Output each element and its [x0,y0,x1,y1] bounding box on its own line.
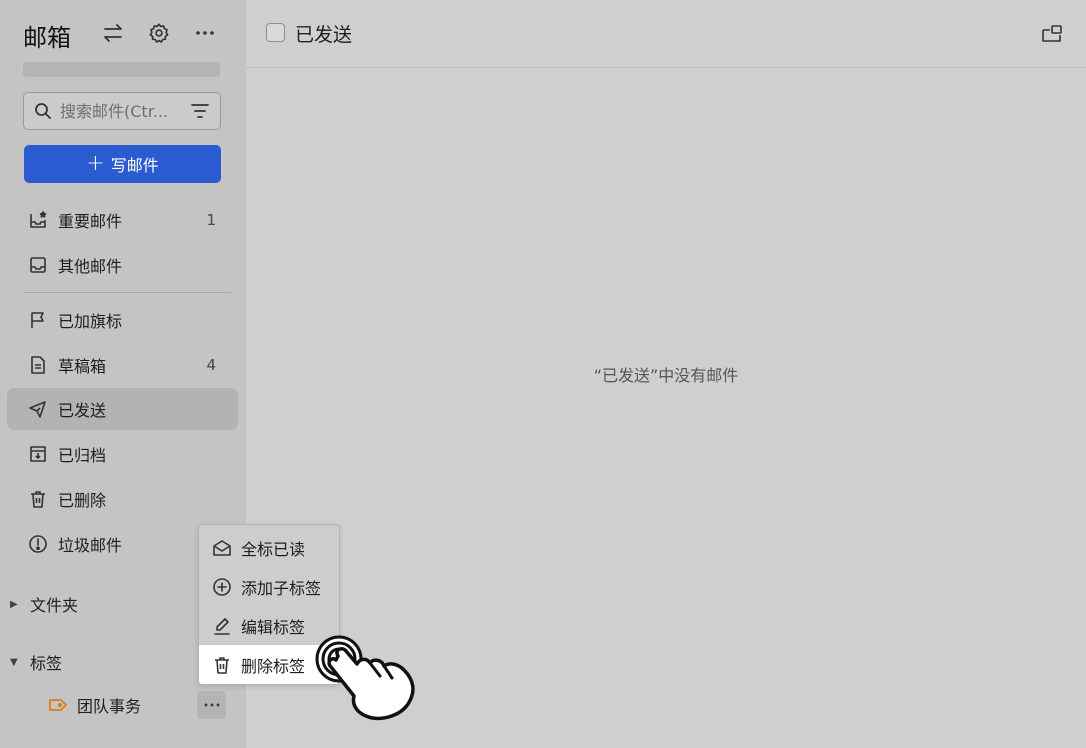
menu-label: 删除标签 [241,656,306,676]
menu-item-mark-all-read[interactable]: 全标已读 [199,528,339,567]
archive-icon [27,443,49,465]
nav-label: 已加旗标 [58,312,123,331]
empty-message: “已发送”中没有邮件 [593,366,739,385]
tag-more-button[interactable] [197,691,226,719]
nav-label: 已删除 [58,491,107,510]
trash-icon [27,488,49,510]
nav-divider [23,292,231,293]
nav-label: 已发送 [58,401,107,420]
search-box[interactable] [23,92,221,130]
tags-group[interactable]: ▼ 标签 [10,650,62,674]
tag-item-team[interactable]: 团队事务 [48,693,141,717]
more-icon[interactable] [192,20,218,46]
spam-icon [27,533,49,555]
nav-item-sent[interactable]: 已发送 [7,388,238,430]
popout-icon[interactable] [1040,22,1064,46]
nav-label: 其他邮件 [58,257,123,276]
main-toolbar: 已发送 [246,0,1086,68]
account-bar [23,62,220,77]
plus-icon: + [86,151,105,176]
nav-count: 4 [206,356,216,374]
flag-icon [27,309,49,331]
nav-item-flagged[interactable]: 已加旗标 [7,299,238,341]
nav-item-important[interactable]: 重要邮件 1 [7,199,238,241]
menu-label: 全标已读 [241,539,306,559]
nav-label: 重要邮件 [58,212,123,231]
nav-item-deleted[interactable]: 已删除 [7,478,238,520]
draft-icon [27,354,49,376]
nav-item-other[interactable]: 其他邮件 [7,244,238,286]
tags-label: 标签 [30,654,63,673]
tag-label: 团队事务 [77,697,142,716]
main-title: 已发送 [295,24,353,46]
send-icon [27,398,49,420]
inbox-star-icon [27,209,49,231]
inbox-icon [27,254,49,276]
settings-icon[interactable] [146,20,172,46]
tag-icon [48,697,68,713]
caret-right-icon: ▶ [10,598,18,610]
switch-icon[interactable] [100,20,126,46]
menu-label: 添加子标签 [241,578,322,598]
nav-count: 1 [206,211,216,229]
menu-label: 编辑标签 [241,617,306,637]
filter-icon[interactable] [190,102,210,120]
plus-circle-icon [211,576,233,598]
sidebar-title: 邮箱 [23,24,71,52]
hand-pointer-icon [304,634,420,724]
pencil-icon [211,615,233,637]
compose-button[interactable]: + 写邮件 [24,145,221,183]
nav-label: 草稿箱 [58,357,107,376]
nav-label: 垃圾邮件 [58,536,123,555]
search-icon [34,102,52,120]
nav-label: 已归档 [58,446,107,465]
search-input[interactable] [60,101,170,121]
folders-label: 文件夹 [30,596,79,615]
trash-icon [211,654,233,676]
menu-item-add-subtag[interactable]: 添加子标签 [199,567,339,606]
compose-label: 写邮件 [110,156,159,175]
select-all-checkbox[interactable] [266,23,285,42]
caret-down-icon: ▼ [10,656,18,668]
nav-item-archived[interactable]: 已归档 [7,433,238,475]
nav-item-drafts[interactable]: 草稿箱 4 [7,344,238,386]
mail-open-icon [211,537,233,559]
folders-group[interactable]: ▶ 文件夹 [10,592,78,616]
